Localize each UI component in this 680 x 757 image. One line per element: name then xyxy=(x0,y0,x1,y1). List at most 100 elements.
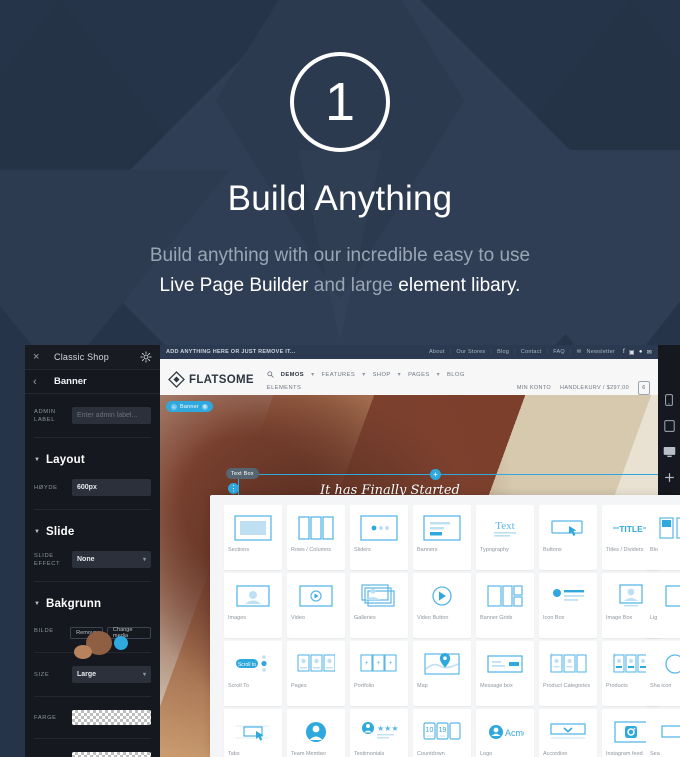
change-media-button[interactable]: Change media xyxy=(106,627,151,639)
library-item-tabs[interactable]: Tabs xyxy=(224,709,282,757)
library-item-lightbox[interactable]: Lig xyxy=(646,573,680,638)
section-header-layout[interactable]: ▼ Layout xyxy=(34,454,151,466)
field-slide-effect: SLIDE EFFECT None ▾ xyxy=(34,551,151,568)
library-item-galleries[interactable]: Galleries xyxy=(350,573,408,638)
topbar-link-our-stores[interactable]: Our Stores xyxy=(456,349,485,355)
library-item-video[interactable]: Video xyxy=(287,573,345,638)
farge-color-swatch[interactable] xyxy=(72,710,151,725)
library-item-label: Images xyxy=(228,615,247,621)
nav-item-pages[interactable]: PAGES xyxy=(408,372,430,378)
sidebar-topbar: × Classic Shop xyxy=(25,345,160,370)
cart-link[interactable]: HANDLEKURV / $297,00 xyxy=(560,385,629,391)
back-icon[interactable]: ‹ xyxy=(33,376,47,388)
account-link[interactable]: MIN KONTO xyxy=(517,385,551,391)
banner-tag-label: Banner xyxy=(180,403,199,410)
field-farge: FARGE xyxy=(34,710,151,725)
topbar-link-contact[interactable]: Contact xyxy=(521,349,542,355)
video-icon xyxy=(287,573,345,615)
logo-icon: Acme xyxy=(476,709,534,751)
hoyde-input[interactable]: 600px xyxy=(72,479,151,496)
library-item-sections[interactable]: Sections xyxy=(224,505,282,570)
svg-text:★★★: ★★★ xyxy=(377,724,398,733)
library-item-video-button[interactable]: Video Button xyxy=(413,573,471,638)
textbox-element-tag[interactable]: Text Box xyxy=(226,468,259,479)
nav-row-secondary: ELEMENTS xyxy=(267,385,465,391)
topbar-link-newsletter[interactable]: Newsletter xyxy=(587,349,615,355)
admin-label-input[interactable]: Enter admin label... xyxy=(72,407,151,424)
library-item-label: Galleries xyxy=(354,615,376,621)
library-item-accordion[interactable]: Accordion xyxy=(539,709,597,757)
library-item-map[interactable]: Map xyxy=(413,641,471,706)
section-title: Layout xyxy=(45,454,85,466)
library-item-scroll-to[interactable]: Scroll to Scroll To xyxy=(224,641,282,706)
hero-subtitle-line2: Live Page Builder and large element liba… xyxy=(150,271,530,301)
twitter-icon[interactable]: ● xyxy=(639,349,643,356)
library-item-countdown[interactable]: 10 DAYS 19 MIN Countdown xyxy=(413,709,471,757)
instagram-icon[interactable]: ▣ xyxy=(629,349,635,356)
library-item-banner-grids[interactable]: Banner Grids xyxy=(476,573,534,638)
svg-text:+: + xyxy=(388,660,392,667)
library-item-sliders[interactable]: Sliders xyxy=(350,505,408,570)
slide-effect-select[interactable]: None ▾ xyxy=(72,551,151,568)
mobile-icon[interactable] xyxy=(663,393,676,406)
library-item-label: Sliders xyxy=(354,547,371,553)
nav-item-elements[interactable]: ELEMENTS xyxy=(267,385,301,391)
gear-icon[interactable] xyxy=(140,351,152,363)
nav-item-features[interactable]: FEATURES xyxy=(321,372,355,378)
library-item-share-icons[interactable]: Sha icon xyxy=(646,641,680,706)
library-item-product-categories[interactable]: $ Product Categories xyxy=(539,641,597,706)
section-header-slide[interactable]: ▼ Slide xyxy=(34,526,151,538)
library-item-logo[interactable]: Acme Logo xyxy=(476,709,534,757)
add-element-handle[interactable]: + xyxy=(430,469,441,480)
blog-icon xyxy=(646,505,680,547)
library-item-banners[interactable]: Banners xyxy=(413,505,471,570)
social-icons: f ▣ ● ✉ xyxy=(623,349,652,356)
topbar-link-blog[interactable]: Blog xyxy=(497,349,509,355)
library-item-message-box[interactable]: Message box xyxy=(476,641,534,706)
search-icon[interactable] xyxy=(267,371,274,378)
library-item-label: Accordion xyxy=(543,751,568,757)
product-categories-icon: $ xyxy=(539,641,597,683)
divider xyxy=(34,738,151,739)
drag-handle[interactable]: ⋮ xyxy=(228,483,239,494)
library-item-icon-box[interactable]: Icon Box xyxy=(539,573,597,638)
nav-item-blog[interactable]: BLOG xyxy=(447,372,465,378)
library-item-portfolio[interactable]: + + + Portfolio xyxy=(350,641,408,706)
overlay-color-swatch[interactable] xyxy=(72,752,151,757)
topbar-link-about[interactable]: About xyxy=(429,349,445,355)
move-icon: ← xyxy=(171,403,177,410)
portfolio-icon: + + + xyxy=(350,641,408,683)
tablet-icon[interactable] xyxy=(663,419,676,432)
library-item-team-member[interactable]: Team Member xyxy=(287,709,345,757)
site-topbar: ADD ANYTHING HERE OR JUST REMOVE IT... A… xyxy=(160,345,658,359)
library-item-rows-columns[interactable]: Rows / Columns xyxy=(287,505,345,570)
library-item-images[interactable]: Images xyxy=(224,573,282,638)
close-icon[interactable]: × xyxy=(33,351,47,363)
library-item-buttons[interactable]: Buttons xyxy=(539,505,597,570)
topbar-link-faq[interactable]: FAQ xyxy=(553,349,565,355)
email-icon[interactable]: ✉ xyxy=(647,349,652,356)
library-item-pages[interactable]: Pages xyxy=(287,641,345,706)
desktop-icon[interactable] xyxy=(663,445,676,458)
banner-element-tag[interactable]: ← Banner ⚙ xyxy=(166,401,213,412)
plus-icon[interactable] xyxy=(663,471,676,484)
field-label: HØYDE xyxy=(34,484,58,491)
gear-icon[interactable]: ⚙ xyxy=(201,403,208,410)
library-item-blog[interactable]: Blo xyxy=(646,505,680,570)
cart-count-badge[interactable]: 6 xyxy=(638,381,650,395)
images-icon xyxy=(224,573,282,615)
hero-subtitle-mid: and large xyxy=(313,275,393,296)
svg-text:+: + xyxy=(364,660,368,667)
library-item-testimonials[interactable]: ★★★ Testimonials xyxy=(350,709,408,757)
library-item-search-element[interactable]: Sea xyxy=(646,709,680,757)
chevron-down-icon: ▼ xyxy=(34,529,40,535)
library-item-label: Product Categories xyxy=(543,683,591,689)
library-item-label: Message box xyxy=(480,683,513,689)
nav-item-shop[interactable]: SHOP xyxy=(373,372,391,378)
site-logo[interactable]: FLATSOME xyxy=(168,371,254,388)
nav-item-demos[interactable]: DEMOS xyxy=(281,372,304,378)
library-item-typography[interactable]: Text Typography xyxy=(476,505,534,570)
size-select[interactable]: Large ▾ xyxy=(72,666,151,683)
facebook-icon[interactable]: f xyxy=(623,349,625,356)
section-header-bakgrunn[interactable]: ▼ Bakgrunn xyxy=(34,598,151,610)
